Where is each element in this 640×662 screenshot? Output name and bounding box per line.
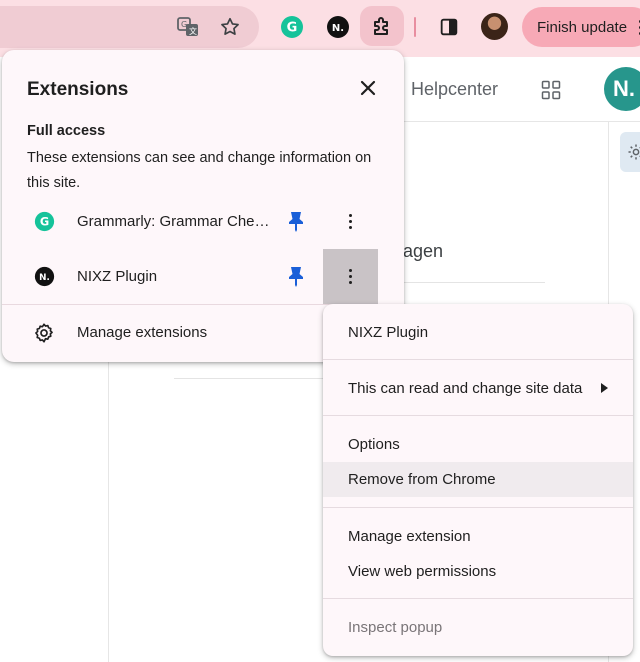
grammarly-icon: G: [34, 211, 55, 232]
finish-update-label: Finish update: [537, 18, 628, 36]
apps-grid-icon[interactable]: [541, 80, 561, 100]
menu-separator: [323, 359, 633, 360]
svg-text:G: G: [181, 20, 187, 29]
pin-icon[interactable]: [286, 265, 306, 287]
page-avatar-letter: N.: [613, 76, 635, 101]
gear-icon: [628, 144, 640, 160]
menu-item-manage-extension[interactable]: Manage extension: [323, 519, 633, 554]
grammarly-row-letter: G: [40, 214, 49, 228]
extension-name: NIXZ Plugin: [77, 268, 158, 285]
finish-update-button[interactable]: Finish update: [522, 7, 640, 47]
manage-extensions-label: Manage extensions: [77, 324, 208, 341]
menu-item-remove-from-chrome[interactable]: Remove from Chrome: [323, 462, 633, 497]
site-data-label: This can read and change site data: [348, 380, 583, 397]
nixz-icon: N.: [34, 266, 55, 287]
translate-icon[interactable]: G 文: [176, 15, 200, 39]
svg-text:文: 文: [189, 26, 197, 36]
profile-avatar[interactable]: [481, 13, 508, 40]
page-divider: [397, 282, 545, 283]
side-panel-icon[interactable]: [437, 15, 461, 39]
menu-item-view-web-permissions[interactable]: View web permissions: [323, 554, 633, 589]
popup-title: Extensions: [27, 79, 129, 100]
nixz-letter: N.: [332, 23, 344, 34]
menu-separator: [323, 507, 633, 508]
toolbar-separator: [414, 17, 416, 37]
page-settings-button[interactable]: [620, 132, 640, 172]
page-divider: [174, 378, 324, 379]
menu-separator: [323, 598, 633, 599]
pin-icon[interactable]: [286, 210, 306, 232]
browser-toolbar: G 文 G N. Finish update: [0, 0, 640, 57]
grammarly-letter: G: [287, 21, 298, 36]
extension-name: Grammarly: Grammar Chec...: [77, 213, 272, 230]
menu-separator: [323, 415, 633, 416]
menu-item-site-data[interactable]: This can read and change site data: [323, 371, 633, 406]
gear-icon: [33, 322, 55, 344]
extensions-puzzle-button[interactable]: [360, 6, 404, 46]
nixz-row-letter: N.: [39, 273, 50, 283]
more-vert-icon: [349, 269, 352, 284]
submenu-arrow-icon: [601, 383, 608, 393]
more-options-button-active[interactable]: [323, 249, 378, 304]
more-vert-icon: [349, 214, 352, 229]
page-user-avatar[interactable]: N.: [604, 67, 640, 111]
page-header-divider: [404, 121, 640, 122]
menu-item-inspect-popup: Inspect popup: [348, 619, 443, 636]
menu-header-extension-name: NIXZ Plugin: [348, 324, 429, 341]
menu-item-options[interactable]: Options: [323, 427, 633, 462]
section-title: Full access: [27, 123, 106, 139]
extension-row-nixz[interactable]: N. NIXZ Plugin: [2, 249, 404, 304]
extension-row-grammarly[interactable]: G Grammarly: Grammar Chec...: [2, 194, 404, 249]
puzzle-icon: [374, 17, 388, 35]
close-icon[interactable]: [358, 78, 378, 98]
extension-context-menu: NIXZ Plugin This can read and change sit…: [323, 304, 633, 656]
bookmark-star-icon[interactable]: [218, 15, 242, 39]
helpcenter-link[interactable]: Helpcenter: [411, 79, 498, 100]
nixz-extension-icon[interactable]: N.: [326, 15, 350, 39]
grammarly-extension-icon[interactable]: G: [280, 15, 304, 39]
section-description: These extensions can see and change info…: [27, 150, 372, 191]
more-options-button[interactable]: [323, 194, 378, 249]
